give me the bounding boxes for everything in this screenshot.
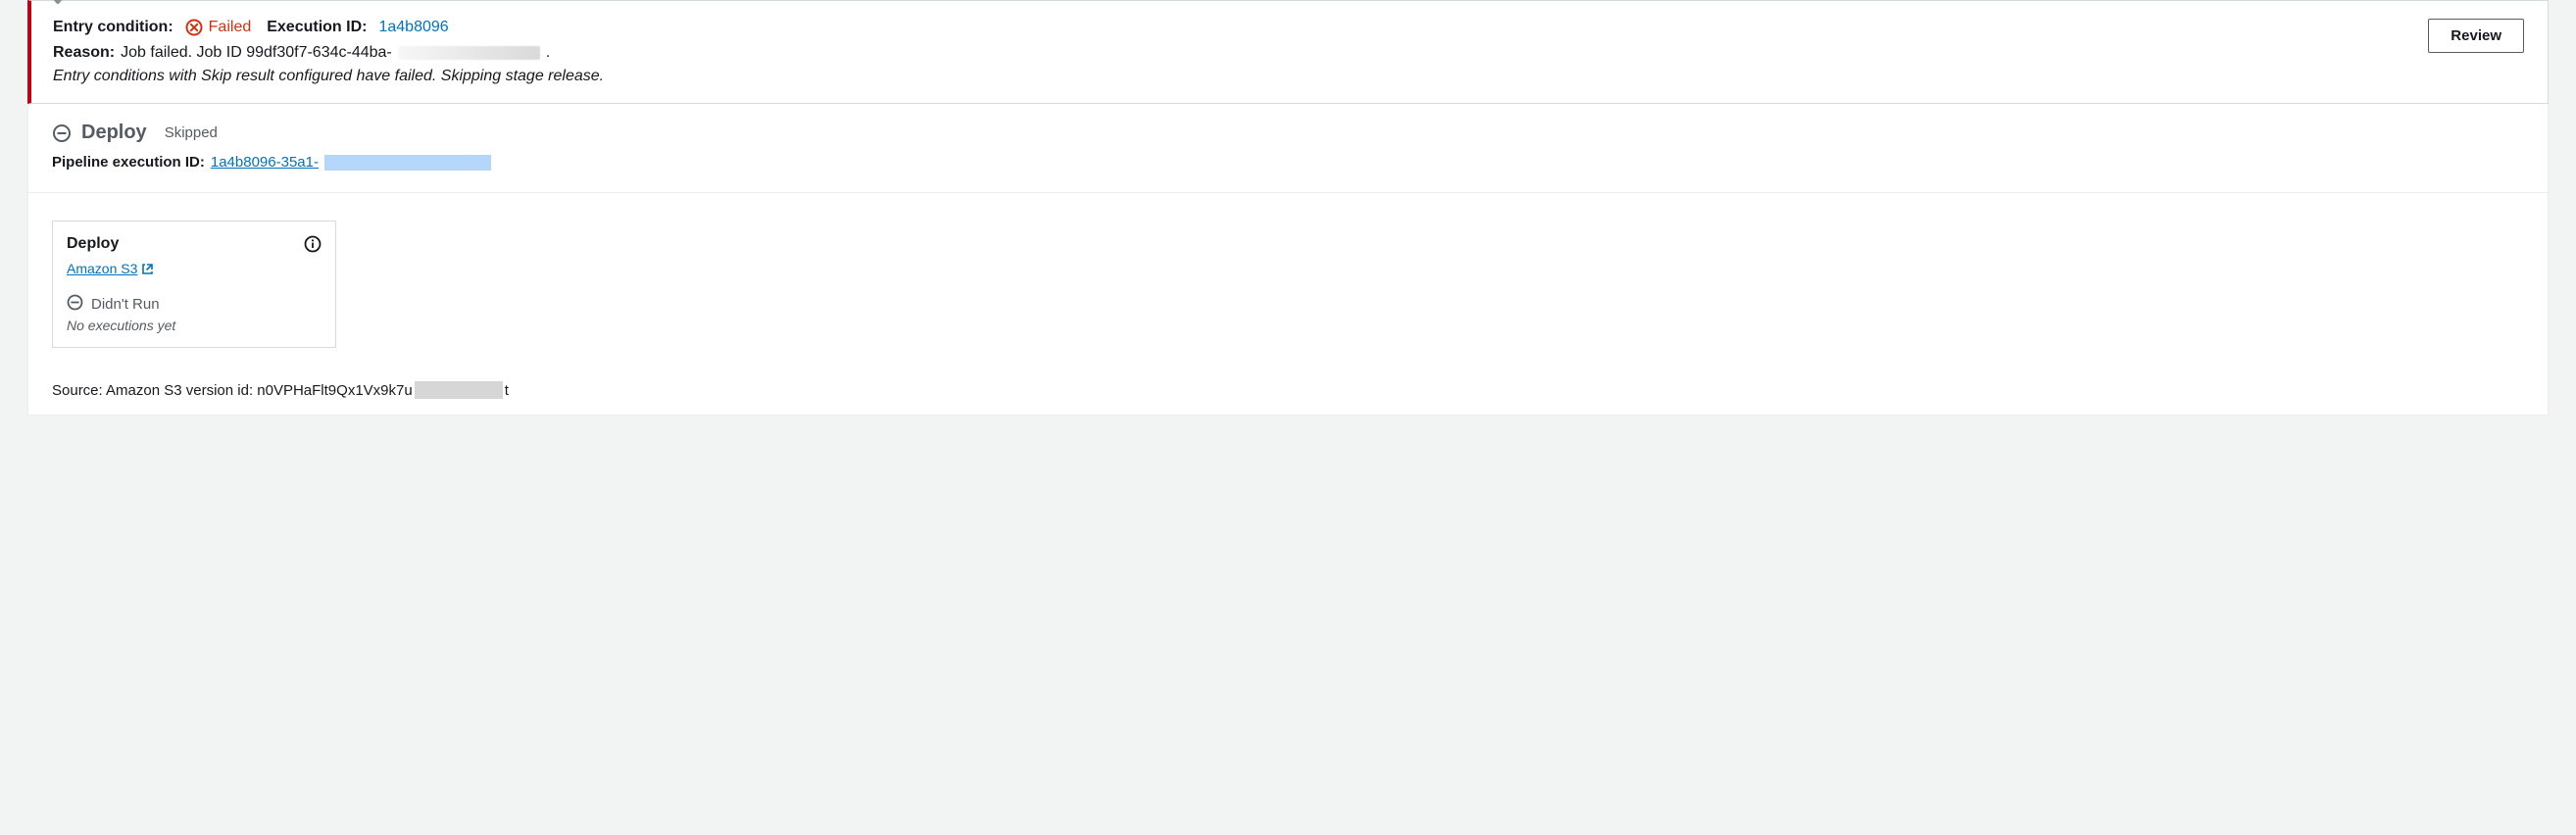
stage-panel: Deploy Skipped Pipeline execution ID: 1a…	[27, 104, 2549, 416]
provider-text: Amazon S3	[67, 261, 137, 276]
redacted-jobid	[398, 46, 540, 60]
reason-suffix: .	[546, 44, 550, 62]
source-prefix: Source: Amazon S3 version id: n0VPHaFlt9…	[52, 382, 413, 399]
info-icon[interactable]	[304, 235, 322, 253]
redacted-version-id	[415, 381, 503, 399]
provider-link[interactable]: Amazon S3	[67, 261, 154, 276]
action-status: Didn't Run	[91, 296, 160, 313]
collapse-icon[interactable]	[52, 123, 72, 143]
entry-condition-label: Entry condition:	[53, 19, 173, 36]
status-failed: Failed	[185, 19, 252, 36]
action-card: Deploy Amazon S3	[52, 221, 336, 348]
no-executions-text: No executions yet	[67, 318, 322, 333]
failed-text: Failed	[209, 19, 252, 36]
action-name: Deploy	[67, 235, 119, 253]
execution-id-label: Execution ID:	[267, 19, 367, 36]
pipeline-connector-arrow-icon	[44, 0, 72, 10]
reason-label: Reason:	[53, 44, 115, 62]
stage-name: Deploy	[81, 122, 147, 144]
pipeline-exec-label: Pipeline execution ID:	[52, 154, 205, 171]
review-button[interactable]: Review	[2428, 19, 2524, 53]
source-line: Source: Amazon S3 version id: n0VPHaFlt9…	[52, 381, 2524, 399]
skip-note: Entry conditions with Skip result config…	[53, 68, 2412, 85]
failed-icon	[185, 19, 203, 36]
didnt-run-icon	[67, 294, 83, 314]
source-suffix: t	[505, 382, 509, 399]
stage-status: Skipped	[165, 124, 218, 141]
entry-condition-panel: Entry condition: Failed Execution ID: 1a…	[27, 0, 2549, 104]
external-link-icon	[141, 263, 154, 275]
redacted-exec-id	[324, 155, 491, 171]
pipeline-exec-link[interactable]: 1a4b8096-35a1-	[211, 154, 319, 171]
reason-text: Job failed. Job ID 99df30f7-634c-44ba-	[121, 44, 392, 62]
execution-id-link[interactable]: 1a4b8096	[378, 19, 448, 36]
